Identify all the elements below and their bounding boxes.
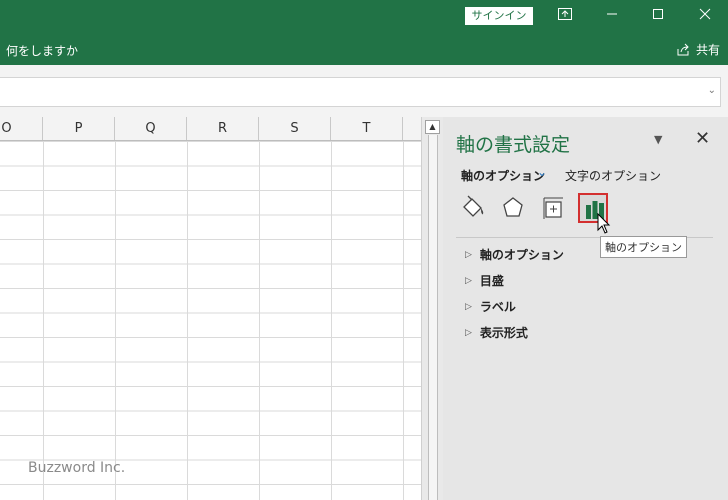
column-header-q[interactable]: Q [115,117,187,140]
minimize-icon[interactable] [604,8,620,24]
section-tick-marks[interactable]: ▷ 目盛 [465,272,504,289]
share-label: 共有 [695,43,720,57]
pane-title: 軸の書式設定 [456,134,571,156]
column-header-o[interactable]: O [0,117,43,140]
close-icon[interactable] [697,8,713,24]
signin-button[interactable]: サインイン [465,7,533,25]
watermark-text: Buzzword Inc. [28,460,126,476]
scroll-up-arrow-icon[interactable]: ▲ [425,120,440,134]
vertical-scrollbar[interactable]: ▲ [421,117,443,500]
tell-me-search[interactable]: 何をしますか [6,42,78,59]
expand-triangle-icon: ▷ [465,301,472,312]
ribbon-display-icon[interactable] [557,8,573,24]
column-header-p[interactable]: P [43,117,115,140]
ribbon-bar: 何をしますか 共有 [0,33,728,65]
column-header-r[interactable]: R [187,117,259,140]
worksheet-grid[interactable]: O P Q R S T [0,117,421,500]
expand-triangle-icon: ▷ [465,249,472,260]
section-label: ラベル [479,300,516,314]
section-number-format[interactable]: ▷ 表示形式 [465,324,528,341]
share-button[interactable]: 共有 [676,41,720,58]
effects-icon[interactable] [498,193,528,223]
expand-formula-bar-icon[interactable]: ⌄ [708,85,716,96]
expand-triangle-icon: ▷ [465,275,472,286]
tab-axis-options[interactable]: 軸のオプション [461,167,545,184]
maximize-icon[interactable] [650,8,666,24]
column-header-t[interactable]: T [331,117,403,140]
format-axis-pane: 軸の書式設定 ▼ ✕ 軸のオプション ⌄ 文字のオプション ▷ 軸のオプション … [443,117,728,500]
formula-area: ⌄ [0,65,728,117]
share-icon [677,43,689,55]
expand-triangle-icon: ▷ [465,327,472,338]
mouse-cursor-icon [597,212,611,239]
section-axis-options[interactable]: ▷ 軸のオプション [465,246,564,263]
section-label: 軸のオプション [479,248,564,262]
column-header-s[interactable]: S [259,117,331,140]
cell-area[interactable] [0,141,421,500]
section-label: 表示形式 [479,326,528,340]
tab-text-options[interactable]: 文字のオプション [565,167,661,184]
section-labels[interactable]: ▷ ラベル [465,298,516,315]
pane-close-icon[interactable]: ✕ [695,128,710,149]
size-properties-icon[interactable] [538,193,568,223]
formula-bar-input[interactable]: ⌄ [0,77,721,107]
tooltip: 軸のオプション [600,236,687,258]
scroll-track[interactable] [428,135,438,500]
section-label: 目盛 [479,274,504,288]
chevron-down-icon[interactable]: ⌄ [537,165,547,179]
column-headers: O P Q R S T [0,117,421,141]
title-bar: サインイン [0,0,728,33]
fill-line-icon[interactable] [458,193,488,223]
pane-options-dropdown-icon[interactable]: ▼ [654,133,662,146]
